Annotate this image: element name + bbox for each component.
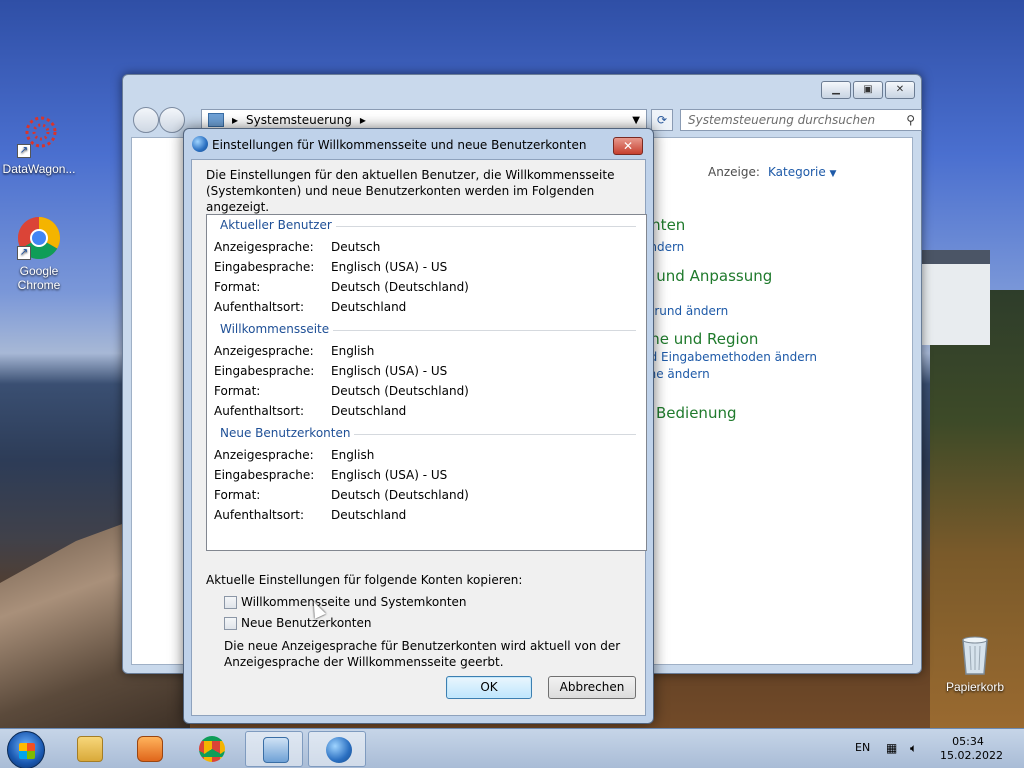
setting-label: Format: <box>214 384 261 398</box>
setting-value: Englisch (USA) - US <box>331 260 448 274</box>
taskbar-explorer-button[interactable] <box>60 731 118 767</box>
category-title[interactable]: e Bedienung <box>642 404 736 422</box>
group-header-welcome-screen: Willkommensseite <box>220 322 334 336</box>
setting-label: Anzeigesprache: <box>214 448 314 462</box>
desktop-icon-label: DataWagon... <box>2 162 76 176</box>
checkbox[interactable] <box>224 616 237 630</box>
view-value: Kategorie <box>768 165 826 179</box>
desktop-icon-label: Google Chrome <box>17 264 61 292</box>
setting-label: Aufenthaltsort: <box>214 300 305 314</box>
taskbar: EN ▦ 🔈︎ 05:34 15.02.2022 <box>0 728 1024 768</box>
checkbox-label[interactable]: Neue Benutzerkonten <box>241 616 371 630</box>
dialog-intro: Die Einstellungen für den aktuellen Benu… <box>206 168 615 214</box>
desktop-icon-google-chrome[interactable]: ↗ Google Chrome <box>0 216 79 292</box>
minimize-button[interactable]: ▁ <box>821 81 851 99</box>
volume-icon[interactable]: 🔈︎ <box>910 741 924 755</box>
globe-clock-icon <box>326 737 352 763</box>
control-panel-icon <box>208 113 224 127</box>
forward-button[interactable] <box>159 107 185 133</box>
category-title[interactable]: g und Anpassung <box>642 267 772 285</box>
start-button[interactable] <box>7 731 45 768</box>
system-clock[interactable]: 05:34 15.02.2022 <box>940 735 1003 763</box>
group-header-new-accounts: Neue Benutzerkonten <box>220 426 355 440</box>
setting-value: Deutsch (Deutschland) <box>331 488 469 502</box>
recycle-bin-icon <box>953 632 997 676</box>
setting-value: Deutschland <box>331 300 407 314</box>
taskbar-chrome-button[interactable] <box>182 731 240 767</box>
copy-settings-label: Aktuelle Einstellungen für folgende Kont… <box>206 573 523 587</box>
window-caption-buttons: ▁ ▣ ✕ <box>821 81 915 99</box>
category-link[interactable]: nd Eingabemethoden ändern <box>642 350 817 364</box>
setting-value: Englisch (USA) - US <box>331 364 448 378</box>
ok-button[interactable]: OK <box>446 676 532 699</box>
chrome-icon: ↗ <box>17 216 61 260</box>
refresh-button[interactable]: ⟳ <box>651 109 673 131</box>
setting-label: Eingabesprache: <box>214 468 315 482</box>
globe-icon <box>192 136 208 152</box>
clock-time: 05:34 <box>952 735 984 748</box>
setting-label: Aufenthaltsort: <box>214 508 305 522</box>
setting-value: Englisch (USA) - US <box>331 468 448 482</box>
clock-date: 15.02.2022 <box>940 749 1003 762</box>
search-input[interactable]: Systemsteuerung durchsuchen ⚲ <box>680 109 922 131</box>
setting-label: Format: <box>214 488 261 502</box>
chrome-icon <box>199 736 225 762</box>
regional-settings-dialog: Einstellungen für Willkommensseite und n… <box>183 128 654 724</box>
setting-label: Eingabesprache: <box>214 364 315 378</box>
checkbox-new-user-accounts[interactable]: Neue Benutzerkonten <box>224 616 371 630</box>
setting-label: Eingabesprache: <box>214 260 315 274</box>
inheritance-note: Die neue Anzeigesprache für Benutzerkont… <box>224 639 621 669</box>
desktop-icon-datawagon[interactable]: ↗ DataWagon... <box>0 114 79 176</box>
setting-label: Anzeigesprache: <box>214 344 314 358</box>
settings-summary-box: Aktueller Benutzer Anzeigesprache: Deuts… <box>206 214 647 551</box>
cancel-button[interactable]: Abbrechen <box>548 676 636 699</box>
breadcrumb[interactable]: Systemsteuerung <box>246 113 352 127</box>
folder-icon <box>77 736 103 762</box>
category-title[interactable]: che und Region <box>642 330 758 348</box>
setting-value: Deutsch (Deutschland) <box>331 384 469 398</box>
setting-value: English <box>331 344 375 358</box>
datawagon-icon: ↗ <box>17 114 61 158</box>
close-button[interactable]: ✕ <box>613 137 643 155</box>
network-icon[interactable]: ▦ <box>886 741 900 755</box>
group-header-current-user: Aktueller Benutzer <box>220 218 336 232</box>
chevron-down-icon[interactable]: ▼ <box>632 115 640 126</box>
view-dropdown[interactable]: Kategorie ▼ <box>768 165 836 179</box>
setting-label: Aufenthaltsort: <box>214 404 305 418</box>
shortcut-arrow-icon: ↗ <box>17 144 31 158</box>
desktop-icon-label: Papierkorb <box>945 680 1005 694</box>
dialog-body: Die Einstellungen für den aktuellen Benu… <box>191 159 647 716</box>
close-button[interactable]: ✕ <box>885 81 915 99</box>
search-icon[interactable]: ⚲ <box>906 113 915 127</box>
windows-logo-icon <box>19 743 35 759</box>
media-player-icon <box>137 736 163 762</box>
category-link[interactable]: rgrund ändern <box>642 304 728 318</box>
checkbox-welcome-system-accounts[interactable]: Willkommensseite und Systemkonten <box>224 595 467 609</box>
setting-label: Format: <box>214 280 261 294</box>
setting-value: Deutsch <box>331 240 381 254</box>
checkbox-label[interactable]: Willkommensseite und Systemkonten <box>241 595 467 609</box>
chevron-down-icon: ▼ <box>829 169 837 179</box>
setting-label: Anzeigesprache: <box>214 240 314 254</box>
taskbar-region-settings-button[interactable] <box>308 731 366 767</box>
view-label: Anzeige: <box>708 165 760 179</box>
shortcut-arrow-icon: ↗ <box>17 246 31 260</box>
taskbar-control-panel-button[interactable] <box>245 731 303 767</box>
desktop-icon-recycle-bin[interactable]: Papierkorb <box>935 632 1015 694</box>
setting-value: Deutsch (Deutschland) <box>331 280 469 294</box>
control-panel-icon <box>263 737 289 763</box>
maximize-button[interactable]: ▣ <box>853 81 883 99</box>
checkbox[interactable] <box>224 595 237 609</box>
setting-value: English <box>331 448 375 462</box>
back-button[interactable] <box>133 107 159 133</box>
language-indicator[interactable]: EN <box>855 741 870 754</box>
chevron-right-icon[interactable]: ▸ <box>360 113 366 127</box>
dialog-title: Einstellungen für Willkommensseite und n… <box>212 138 587 152</box>
search-placeholder: Systemsteuerung durchsuchen <box>688 113 876 127</box>
setting-value: Deutschland <box>331 404 407 418</box>
chevron-right-icon: ▸ <box>232 113 239 127</box>
desktop-wallpaper-house <box>920 250 990 345</box>
setting-value: Deutschland <box>331 508 407 522</box>
taskbar-media-player-button[interactable] <box>120 731 178 767</box>
